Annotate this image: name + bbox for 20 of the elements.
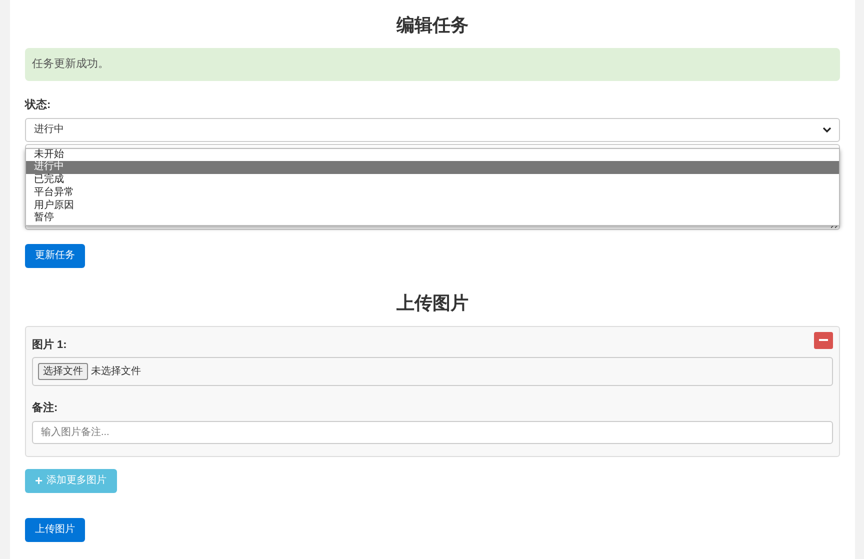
remove-button[interactable] [814,332,833,348]
upload-button[interactable]: 上传图片 [25,518,85,542]
section-title: 上传图片 [396,292,470,314]
dropdown-option[interactable]: 平台异常 [26,186,839,200]
dropdown-option[interactable]: 用户原因 [26,200,839,212]
chevron-down-icon [823,126,831,132]
success-alert: 任务更新成功。 [25,48,840,81]
page-title: 编辑任务 [395,14,470,37]
file-input[interactable]: 选择文件 未选择文件 [32,357,833,386]
minus-icon [819,339,828,341]
field-label: 备注: [32,400,58,416]
status-select[interactable]: 进行中 [25,118,840,142]
dropdown-option[interactable]: 已完成 [26,174,839,187]
note-field[interactable]: 输入图片备注... [32,420,833,444]
dropdown-option[interactable]: 暂停 [26,212,839,226]
update-task-button[interactable]: 更新任务 [25,244,85,268]
field-label: 状态: [25,98,51,113]
dropdown-option[interactable]: 未开始 [26,148,839,162]
field-label: 图片 1: [32,338,67,352]
dropdown-option[interactable]: 进行中 [26,161,839,174]
